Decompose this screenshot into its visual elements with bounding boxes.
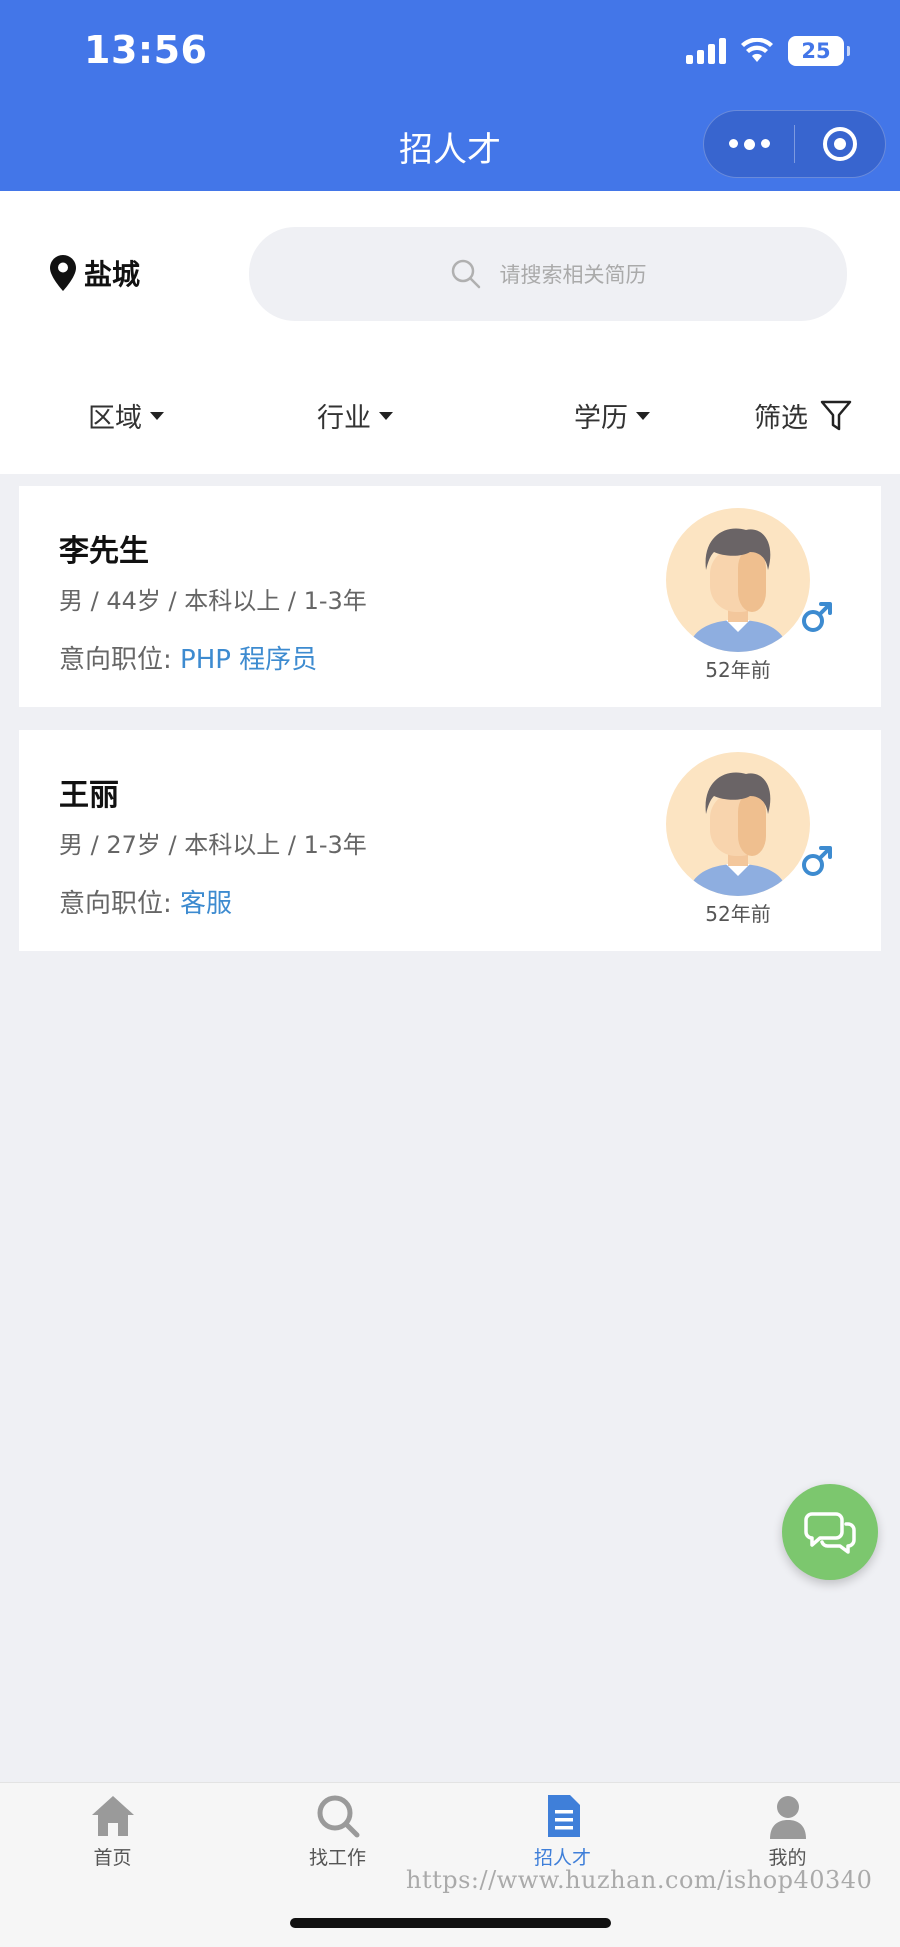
filter-education[interactable]: 学历 xyxy=(574,396,650,435)
candidate-card[interactable]: 李先生 男 / 44岁 / 本科以上 / 1-3年 意向职位: PHP 程序员 … xyxy=(19,486,881,707)
close-button[interactable] xyxy=(795,111,885,177)
tab-home[interactable]: 首页 xyxy=(0,1793,225,1870)
funnel-icon xyxy=(820,400,852,430)
candidate-intent: 意向职位: 客服 xyxy=(59,883,232,920)
user-icon xyxy=(769,1796,806,1839)
search-icon xyxy=(451,259,480,289)
mini-program-capsule xyxy=(703,110,886,178)
candidate-meta: 男 / 27岁 / 本科以上 / 1-3年 xyxy=(59,831,367,859)
avatar-person-icon xyxy=(688,772,788,896)
search-area: 盐城 请搜索相关简历 xyxy=(0,191,900,346)
document-icon xyxy=(547,1795,580,1837)
tab-find-job[interactable]: 找工作 xyxy=(225,1793,450,1870)
intent-job: 客服 xyxy=(180,889,233,919)
search-icon xyxy=(317,1795,359,1838)
search-placeholder: 请搜索相关简历 xyxy=(499,263,647,287)
status-icons: 25 xyxy=(686,34,850,68)
filter-bar: 区域 行业 学历 筛选 xyxy=(0,346,900,474)
tab-mine[interactable]: 我的 xyxy=(675,1793,900,1870)
male-icon xyxy=(802,602,832,632)
signal-icon xyxy=(686,38,726,64)
wifi-icon xyxy=(741,38,773,62)
location-pin-icon xyxy=(50,255,76,291)
filter-label: 筛选 xyxy=(754,403,808,434)
target-icon xyxy=(823,127,857,161)
candidate-name: 李先生 xyxy=(59,534,149,569)
chat-button[interactable] xyxy=(782,1484,878,1580)
caret-down-icon xyxy=(379,411,393,420)
home-icon xyxy=(91,1796,134,1836)
tab-label: 首页 xyxy=(93,1847,132,1869)
watermark: https://www.huzhan.com/ishop40340 xyxy=(406,1866,873,1894)
home-indicator xyxy=(290,1918,611,1928)
caret-down-icon xyxy=(636,411,650,420)
avatar-person-icon xyxy=(688,528,788,652)
update-time: 52年前 xyxy=(705,658,771,682)
more-icon xyxy=(728,138,770,150)
battery-icon: 25 xyxy=(788,36,850,66)
intent-label: 意向职位: xyxy=(59,889,172,919)
avatar xyxy=(666,508,810,652)
update-time: 52年前 xyxy=(705,902,771,926)
male-icon xyxy=(802,846,832,876)
intent-label: 意向职位: xyxy=(59,645,172,675)
chat-bubbles-icon xyxy=(804,1512,856,1554)
candidate-intent: 意向职位: PHP 程序员 xyxy=(59,639,317,676)
intent-job: PHP 程序员 xyxy=(180,645,318,675)
filter-label: 区域 xyxy=(88,403,142,434)
filter-industry[interactable]: 行业 xyxy=(317,396,393,435)
more-button[interactable] xyxy=(704,111,794,177)
location-city: 盐城 xyxy=(84,258,141,291)
filter-more[interactable]: 筛选 xyxy=(754,396,852,435)
filter-label: 学历 xyxy=(574,403,628,434)
location-selector[interactable]: 盐城 xyxy=(50,253,140,293)
candidate-name: 王丽 xyxy=(59,778,119,813)
tab-label: 找工作 xyxy=(308,1847,366,1869)
caret-down-icon xyxy=(150,411,164,420)
filter-label: 行业 xyxy=(317,403,371,434)
tab-recruit[interactable]: 招人才 xyxy=(450,1793,675,1870)
status-time: 13:56 xyxy=(84,28,208,72)
search-input[interactable]: 请搜索相关简历 xyxy=(249,227,847,321)
header: 13:56 25 招人才 xyxy=(0,0,900,191)
avatar xyxy=(666,752,810,896)
filter-region[interactable]: 区域 xyxy=(88,396,164,435)
candidate-meta: 男 / 44岁 / 本科以上 / 1-3年 xyxy=(59,587,367,615)
candidate-card[interactable]: 王丽 男 / 27岁 / 本科以上 / 1-3年 意向职位: 客服 52年前 xyxy=(19,730,881,951)
